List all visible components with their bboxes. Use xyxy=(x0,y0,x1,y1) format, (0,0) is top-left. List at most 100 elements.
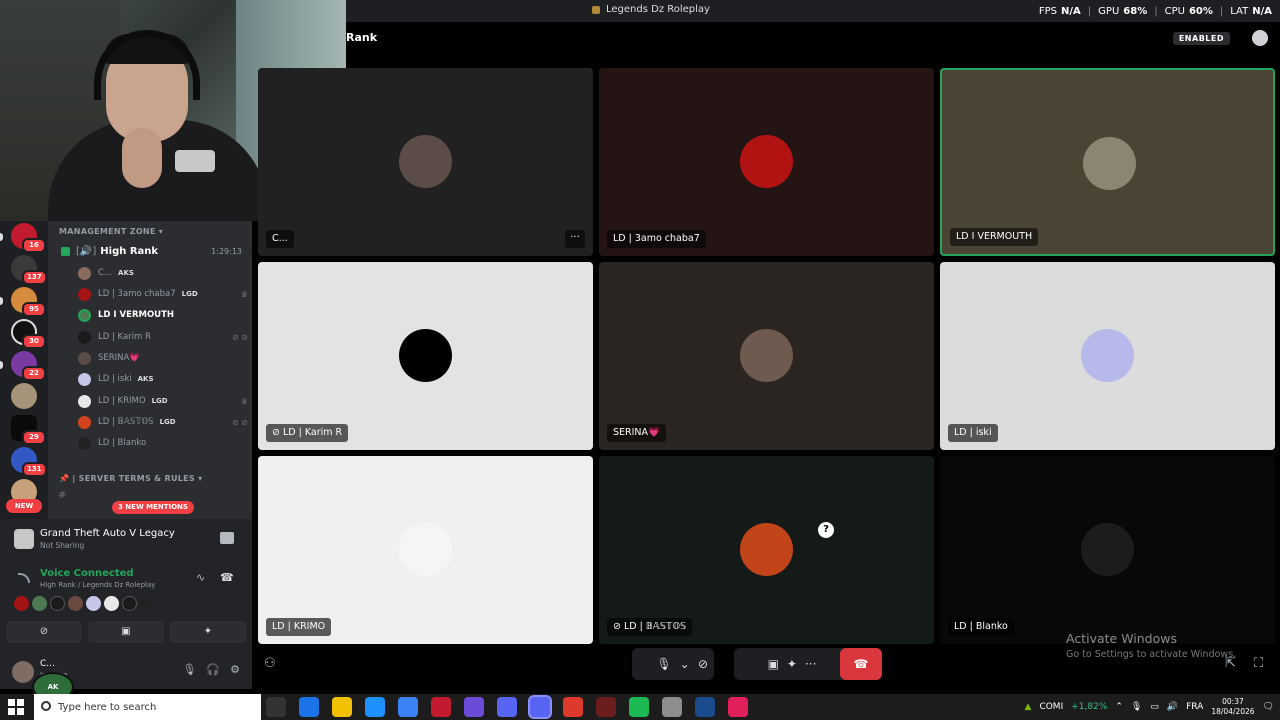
lat-value: N/A xyxy=(1252,5,1272,17)
avatar[interactable] xyxy=(104,596,119,611)
app-icon[interactable] xyxy=(464,697,484,717)
share-screen-button[interactable]: ▣ xyxy=(88,621,164,643)
more-options-icon[interactable]: ··· xyxy=(565,230,585,248)
voice-member[interactable]: C... AKS xyxy=(78,265,248,281)
invite-icon[interactable]: ⚇ xyxy=(264,656,276,671)
avatar[interactable] xyxy=(32,596,47,611)
avatar xyxy=(78,372,91,386)
camera-off-icon: ⊘ ⊘ xyxy=(232,417,248,427)
disconnect-button[interactable]: ☎ xyxy=(840,648,882,680)
app-icon[interactable] xyxy=(596,697,616,717)
member-name: C... xyxy=(98,268,113,278)
start-button[interactable] xyxy=(8,699,24,715)
bottom-panel: Grand Theft Auto V Legacy Not Sharing Vo… xyxy=(0,519,252,689)
new-mentions-pill[interactable]: 3 NEW MENTIONS xyxy=(112,501,194,514)
activities-button[interactable]: ✦ xyxy=(170,621,246,643)
nvidia-icon[interactable]: ▲ xyxy=(1025,702,1032,712)
fps-value: N/A xyxy=(1061,5,1081,17)
participant-tile[interactable]: ⊘ LD | 𝔹𝔸𝕊𝕋𝕆𝕊 xyxy=(599,456,934,644)
participant-tile[interactable]: ⊘ LD | Karim R xyxy=(258,262,593,450)
unread-badge: 22 xyxy=(22,366,46,381)
user-avatar[interactable] xyxy=(12,661,34,683)
voice-channel-high-rank[interactable]: [🔊] High Rank 1:29:13 xyxy=(52,243,248,259)
avatar[interactable] xyxy=(86,596,101,611)
voice-member[interactable]: LD | iski AKS xyxy=(78,371,248,387)
participant-tile-speaking[interactable]: LD I VERMOUTH xyxy=(940,68,1275,256)
headphones-icon[interactable]: 🎧 xyxy=(206,663,220,676)
camera-toggle[interactable]: ⊘ xyxy=(684,648,722,680)
server-icon[interactable] xyxy=(11,383,37,409)
avatar[interactable] xyxy=(68,596,83,611)
popout-icon[interactable]: ⇱ xyxy=(1225,656,1236,671)
server-rail: 16 137 95 30 22 29 131 xyxy=(0,221,48,519)
edge-icon[interactable] xyxy=(299,697,319,717)
avatar[interactable] xyxy=(140,596,155,611)
voice-member[interactable]: LD | Karim R ⊘ ⊘ xyxy=(78,329,248,345)
discord-active-icon[interactable] xyxy=(528,695,552,719)
clock[interactable]: 00:37 18/04/2026 xyxy=(1211,697,1254,717)
participant-avatar xyxy=(1083,137,1136,190)
enabled-badge[interactable]: ENABLED xyxy=(1172,32,1230,45)
stock-name[interactable]: COMI xyxy=(1039,702,1063,712)
more-icon[interactable]: ··· xyxy=(805,657,816,671)
share-activities-group: ▣ ✦ ··· xyxy=(734,648,850,680)
voice-location[interactable]: High Rank / Legends Dz Roleplay xyxy=(40,581,155,589)
avatar xyxy=(78,308,91,322)
disconnect-icon[interactable]: ☎ xyxy=(220,571,234,584)
avatar xyxy=(78,330,91,344)
chevron-up-icon[interactable]: ⌃ xyxy=(1115,702,1123,712)
taskbar-search[interactable]: Type here to search xyxy=(34,694,261,720)
category-header[interactable]: MANAGEMENT ZONE ▾ xyxy=(59,227,163,236)
network-icon[interactable]: ▭ xyxy=(1150,702,1159,712)
voice-member[interactable]: LD | 𝔹𝔸𝕊𝕋𝕆𝕊 LGD ⊘ ⊘ xyxy=(78,414,248,430)
microphone-icon[interactable]: 🎙 xyxy=(1131,702,1142,712)
participant-avatar xyxy=(1081,523,1134,576)
clock-date: 18/04/2026 xyxy=(1211,707,1255,716)
text-channel-hash-icon[interactable]: # xyxy=(58,490,66,501)
steam-icon[interactable] xyxy=(695,697,715,717)
notifications-icon[interactable]: 🗨 xyxy=(1263,702,1274,712)
avatar[interactable] xyxy=(50,596,65,611)
share-screen-icon[interactable]: ▣ xyxy=(768,657,779,671)
voice-member[interactable]: LD | KRIMO LGD ♛ xyxy=(78,393,248,409)
avatar[interactable] xyxy=(122,596,137,611)
avatar[interactable] xyxy=(14,596,29,611)
new-pill[interactable]: NEW xyxy=(6,499,42,513)
discord-icon[interactable] xyxy=(497,697,517,717)
participant-name: LD | 3amo chaba7 xyxy=(607,230,706,248)
participant-tile[interactable]: LD | KRIMO xyxy=(258,456,593,644)
stock-change[interactable]: +1,82% xyxy=(1071,702,1107,712)
game-title: Grand Theft Auto V Legacy xyxy=(40,528,175,539)
noise-suppression-icon[interactable]: ∿ xyxy=(196,571,205,584)
screen-share-icon[interactable] xyxy=(220,532,234,544)
app-icon[interactable] xyxy=(629,697,649,717)
app-icon[interactable] xyxy=(662,697,682,717)
activities-icon[interactable]: ✦ xyxy=(787,657,797,671)
voice-member[interactable]: SERINA💗 xyxy=(78,350,248,366)
rules-category-header[interactable]: 📌 | SERVER TERMS & RULES ▾ xyxy=(59,474,202,483)
voice-member[interactable]: LD | 3amo chaba7 LGD ♛ xyxy=(78,286,248,302)
task-view-icon[interactable] xyxy=(266,697,286,717)
outlook-icon[interactable] xyxy=(365,697,385,717)
participant-tile[interactable]: LD | iski xyxy=(940,262,1275,450)
participant-tile[interactable]: LD | Blanko xyxy=(940,456,1275,644)
cpu-value: 60% xyxy=(1188,5,1213,17)
file-explorer-icon[interactable] xyxy=(332,697,352,717)
voice-status[interactable]: Voice Connected xyxy=(40,568,134,579)
language-indicator[interactable]: FRA xyxy=(1186,702,1203,712)
participant-tile[interactable]: SERINA💗 xyxy=(599,262,934,450)
chat-bubble-icon[interactable] xyxy=(1252,30,1268,46)
voice-member[interactable]: LD | Blanko xyxy=(78,435,248,451)
microphone-icon[interactable]: 🎙 xyxy=(182,663,196,676)
settings-gear-icon[interactable]: ⚙ xyxy=(230,663,240,676)
volume-icon[interactable]: 🔊 xyxy=(1167,702,1178,712)
chrome-icon[interactable] xyxy=(563,697,583,717)
app-icon[interactable] xyxy=(431,697,451,717)
fullscreen-icon[interactable]: ⛶ xyxy=(1254,656,1263,671)
camera-off-button[interactable]: ⊘ xyxy=(6,621,82,643)
app-icon[interactable] xyxy=(728,697,748,717)
store-icon[interactable] xyxy=(398,697,418,717)
voice-member[interactable]: LD I VERMOUTH xyxy=(78,307,248,323)
participant-tile[interactable]: LD | 3amo chaba7 xyxy=(599,68,934,256)
participant-tile[interactable]: C... ··· xyxy=(258,68,593,256)
